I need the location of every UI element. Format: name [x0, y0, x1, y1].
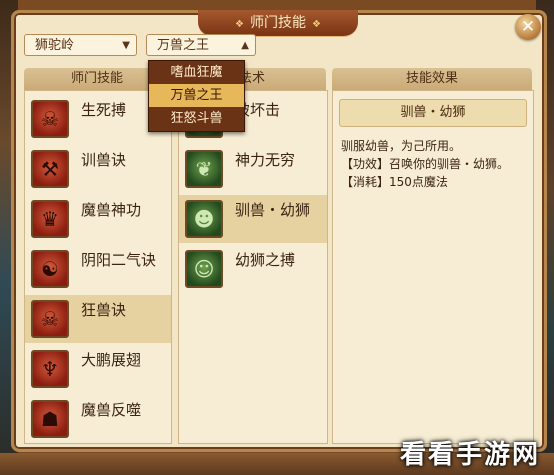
sect-skill-label: 魔兽反噬 — [81, 401, 142, 419]
skull-claw-icon: ☠ — [31, 100, 69, 138]
menu-option[interactable]: 嗜血狂魔 — [149, 61, 244, 84]
sect-skill-item[interactable]: ♆ 大鹏展翅 — [25, 345, 171, 393]
menu-option[interactable]: 万兽之王 — [149, 84, 244, 107]
menu-option[interactable]: 狂怒斗兽 — [149, 107, 244, 130]
wrench-tool-icon: ⚒ — [31, 150, 69, 188]
sect-skill-item[interactable]: ☯ 阴阳二气诀 — [25, 245, 171, 293]
lion-cub-icon: ☻ — [185, 200, 223, 238]
sect-skill-label: 魔兽神功 — [81, 201, 142, 219]
spell-item[interactable]: ☻ 驯兽・幼狮 — [179, 195, 327, 243]
effect-desc: 驯服幼兽，为己所用。 — [341, 139, 462, 153]
effect-skill-name: 驯兽・幼狮 — [339, 99, 527, 127]
watermark: 看看手游网 — [399, 440, 540, 470]
sect-skill-item[interactable]: ☠ 狂兽诀 — [25, 295, 171, 343]
sect-dropdown[interactable]: 狮驼岭 ▼ — [24, 34, 137, 56]
spells-list: ✦破坏击❦神力无穷☻驯兽・幼狮☺幼狮之搏 — [178, 90, 328, 444]
sect-skill-label: 生死搏 — [81, 101, 127, 119]
effect-cost: 【消耗】150点魔法 — [341, 175, 448, 189]
close-button[interactable]: ✕ — [515, 14, 541, 40]
spell-label: 神力无穷 — [235, 151, 296, 169]
sect-skill-label: 训兽诀 — [81, 151, 127, 169]
fanged-beast-icon: ☗ — [31, 400, 69, 438]
sect-skill-item[interactable]: ☗ 魔兽反噬 — [25, 395, 171, 443]
sect-skill-label: 阴阳二气诀 — [81, 251, 157, 269]
sect-dropdown-value: 狮驼岭 — [35, 38, 75, 53]
spell-item[interactable]: ❦ 神力无穷 — [179, 145, 327, 193]
cactus-power-icon: ❦ — [185, 150, 223, 188]
skill-dropdown-menu: 嗜血狂魔 万兽之王 狂怒斗兽 — [148, 60, 245, 132]
sect-skill-item[interactable]: ♛ 魔兽神功 — [25, 195, 171, 243]
lion-roar-icon: ☺ — [185, 250, 223, 288]
sect-skill-label: 大鹏展翅 — [81, 351, 142, 369]
sect-skill-item[interactable]: ⚒ 训兽诀 — [25, 145, 171, 193]
window-title-tab: ❖ 师门技能 ❖ — [198, 10, 358, 36]
skill-dropdown[interactable]: 万兽之王 ▲ — [146, 34, 256, 56]
sect-skill-label: 狂兽诀 — [81, 301, 127, 319]
skill-effect-panel: 驯兽・幼狮 驯服幼兽，为己所用。 【功效】召唤你的驯兽・幼狮。 【消耗】150点… — [332, 90, 534, 444]
chevron-up-icon: ▲ — [241, 40, 249, 51]
chevron-down-icon: ▼ — [122, 40, 130, 51]
ornament-icon: ❖ — [235, 19, 244, 30]
beast-skull-icon: ☠ — [31, 300, 69, 338]
ornament-icon: ❖ — [312, 19, 321, 30]
effect-function: 【功效】召唤你的驯兽・幼狮。 — [341, 157, 510, 171]
yinyang-flame-icon: ☯ — [31, 250, 69, 288]
effect-description: 驯服幼兽，为己所用。 【功效】召唤你的驯兽・幼狮。 【消耗】150点魔法 — [341, 137, 527, 191]
window-title: 师门技能 — [250, 15, 306, 31]
skill-effect-header: 技能效果 — [332, 68, 532, 90]
spell-label: 幼狮之搏 — [235, 251, 296, 269]
spell-item[interactable]: ☺ 幼狮之搏 — [179, 245, 327, 293]
skill-dropdown-value: 万兽之王 — [157, 38, 210, 53]
spell-label: 驯兽・幼狮 — [235, 201, 311, 219]
demon-face-icon: ♛ — [31, 200, 69, 238]
wings-icon: ♆ — [31, 350, 69, 388]
sect-skills-list: ☠ 生死搏 ⚒ 训兽诀 ♛ 魔兽神功 ☯ 阴阳二气诀 ☠ 狂兽诀 ♆ 大鹏展翅 ☗ 魔兽反噬 — [24, 90, 172, 444]
